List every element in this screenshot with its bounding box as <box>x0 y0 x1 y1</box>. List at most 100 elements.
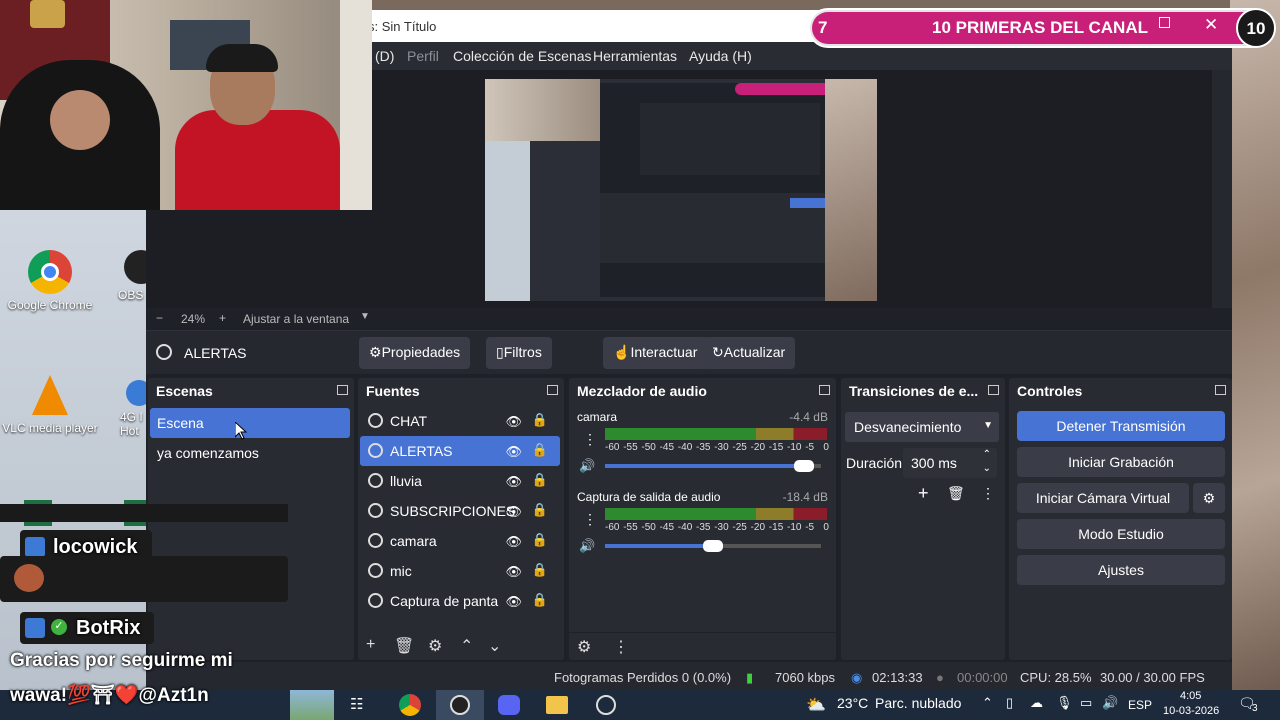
eye-icon[interactable]: 👁 <box>505 504 522 520</box>
add-icon[interactable]: + <box>918 483 929 504</box>
fit-dropdown-icon[interactable]: ▼ <box>360 311 370 322</box>
eye-icon[interactable]: 👁 <box>505 564 522 580</box>
float-icon[interactable] <box>337 385 348 395</box>
sources-footer: + 🗑 ⚙ ⌃ ⌄ <box>358 632 564 660</box>
lock-icon[interactable]: 🔒 <box>532 532 548 548</box>
more-icon[interactable]: ⋮ <box>613 637 629 657</box>
lock-icon[interactable]: 🔒 <box>532 442 548 458</box>
desktop-icon-vlc[interactable]: VLC media player <box>0 375 100 435</box>
float-icon[interactable] <box>988 385 999 395</box>
desktop-icon-chrome[interactable]: Google Chrome <box>0 250 100 312</box>
filters-button[interactable]: ▯Filtros <box>486 337 552 369</box>
transition-select[interactable]: Desvanecimiento ▼ <box>845 412 999 442</box>
source-item[interactable]: CHAT 👁 🔒 <box>360 406 560 436</box>
scene-item[interactable]: Escena <box>150 408 350 438</box>
app-icon[interactable] <box>596 695 616 715</box>
source-item[interactable]: Captura de panta 👁 🔒 <box>360 586 560 616</box>
cloud-icon[interactable]: ☁ <box>1030 695 1043 711</box>
maximize-icon[interactable] <box>1159 17 1170 28</box>
menu-item-scene-collection[interactable]: Colección de Escenas <box>453 48 592 64</box>
folder-icon[interactable] <box>546 696 568 714</box>
volume-slider[interactable] <box>605 460 821 472</box>
menu-item-tools[interactable]: Herramientas <box>593 48 677 64</box>
float-icon[interactable] <box>547 385 558 395</box>
desktop-icon-4g[interactable]: 4G I Hot <box>100 380 152 438</box>
add-icon[interactable]: + <box>366 636 375 654</box>
tray-icon[interactable]: ▯ <box>1006 695 1013 711</box>
preview-scrollbar[interactable] <box>1212 70 1232 330</box>
trash-icon[interactable]: 🗑 <box>947 485 965 502</box>
studio-mode-button[interactable]: Modo Estudio <box>1017 519 1225 549</box>
discord-icon[interactable] <box>498 695 520 715</box>
volume-handle[interactable] <box>793 460 814 472</box>
language-indicator[interactable]: ESP <box>1128 698 1152 712</box>
chevron-up-icon[interactable]: ⌃ <box>982 695 993 711</box>
eye-icon[interactable]: 👁 <box>505 474 522 490</box>
volume-icon[interactable]: 🔊 <box>579 458 595 474</box>
weather-desc[interactable]: Parc. nublado <box>875 695 961 711</box>
lock-icon[interactable]: 🔒 <box>532 592 548 608</box>
more-icon[interactable]: ⋮ <box>583 431 597 448</box>
close-icon[interactable]: ✕ <box>1204 15 1218 35</box>
interact-button[interactable]: ☝Interactuar <box>603 337 708 369</box>
lock-icon[interactable]: 🔒 <box>532 412 548 428</box>
chrome-icon[interactable] <box>399 694 421 716</box>
float-icon[interactable] <box>819 385 830 395</box>
clock-time[interactable]: 4:05 <box>1180 690 1201 702</box>
cpu-usage: CPU: 28.5% <box>1020 670 1092 685</box>
volume-slider[interactable] <box>605 540 821 552</box>
platform-icon <box>25 618 45 638</box>
obs-taskbar-button[interactable] <box>436 690 484 720</box>
source-item[interactable]: mic 👁 🔒 <box>360 556 560 586</box>
eye-icon[interactable]: 👁 <box>505 594 522 610</box>
task-view-icon[interactable]: ☷ <box>350 695 363 713</box>
gear-icon[interactable]: ⚙ <box>428 636 442 656</box>
mic-icon[interactable]: 🎙 <box>1056 695 1073 711</box>
float-icon[interactable] <box>1215 385 1226 395</box>
zoom-out-button[interactable]: − <box>156 311 163 325</box>
eye-icon[interactable]: 👁 <box>505 444 522 460</box>
lock-icon[interactable]: 🔒 <box>532 472 548 488</box>
platform-icon <box>25 537 45 557</box>
fit-window-label[interactable]: Ajustar a la ventana <box>243 312 349 326</box>
mixer-title: Mezclador de audio <box>577 383 707 399</box>
stop-stream-button[interactable]: Detener Transmisión <box>1017 411 1225 441</box>
virtual-cam-settings-button[interactable]: ⚙ <box>1193 483 1225 513</box>
start-record-button[interactable]: Iniciar Grabación <box>1017 447 1225 477</box>
weather-temp[interactable]: 23°C <box>837 695 868 711</box>
zoom-in-button[interactable]: + <box>219 311 226 325</box>
menu-item-profile[interactable]: Perfil <box>407 48 439 64</box>
menu-item-d[interactable]: (D) <box>375 48 394 64</box>
volume-icon[interactable]: 🔊 <box>579 538 595 554</box>
virtual-cam-button[interactable]: Iniciar Cámara Virtual <box>1017 483 1189 513</box>
volume-handle[interactable] <box>703 540 723 552</box>
stepper-icon[interactable]: ⌃ ⌄ <box>983 448 991 476</box>
taskbar-thumb[interactable] <box>290 690 334 720</box>
volume-icon[interactable]: 🔊 <box>1102 695 1118 711</box>
chevron-up-icon[interactable]: ⌃ <box>460 636 473 656</box>
eye-icon[interactable]: 👁 <box>505 414 522 430</box>
trash-icon[interactable]: 🗑 <box>394 636 414 656</box>
settings-button[interactable]: Ajustes <box>1017 555 1225 585</box>
network-icon[interactable]: ▭ <box>1080 695 1092 711</box>
source-label: camara <box>390 533 437 549</box>
duration-input[interactable]: 300 ms ⌃ ⌄ <box>903 448 997 478</box>
source-item[interactable]: lluvia 👁 🔒 <box>360 466 560 496</box>
settings-label: Ajustes <box>1098 562 1144 578</box>
properties-button[interactable]: ⚙Propiedades <box>359 337 471 369</box>
lock-icon[interactable]: 🔒 <box>532 562 548 578</box>
source-item[interactable]: ALERTAS 👁 🔒 <box>360 436 560 466</box>
advanced-audio-icon[interactable]: ⚙ <box>577 637 591 657</box>
eye-icon[interactable]: 👁 <box>505 534 522 550</box>
menu-item-help[interactable]: Ayuda (H) <box>689 48 752 64</box>
more-icon[interactable]: ⋮ <box>583 511 597 528</box>
lock-icon[interactable]: 🔒 <box>532 502 548 518</box>
chevron-down-icon[interactable]: ⌄ <box>488 636 501 656</box>
scene-item[interactable]: ya comenzamos <box>148 438 354 468</box>
source-item[interactable]: camara 👁 🔒 <box>360 526 560 556</box>
preview-canvas[interactable] <box>485 79 877 301</box>
refresh-button[interactable]: ↻Actualizar <box>702 337 796 369</box>
clock-date[interactable]: 10-03-2026 <box>1163 705 1219 717</box>
source-item[interactable]: SUBSCRIPCIONES 👁 🔒 <box>360 496 560 526</box>
more-icon[interactable]: ⋮ <box>981 485 995 502</box>
